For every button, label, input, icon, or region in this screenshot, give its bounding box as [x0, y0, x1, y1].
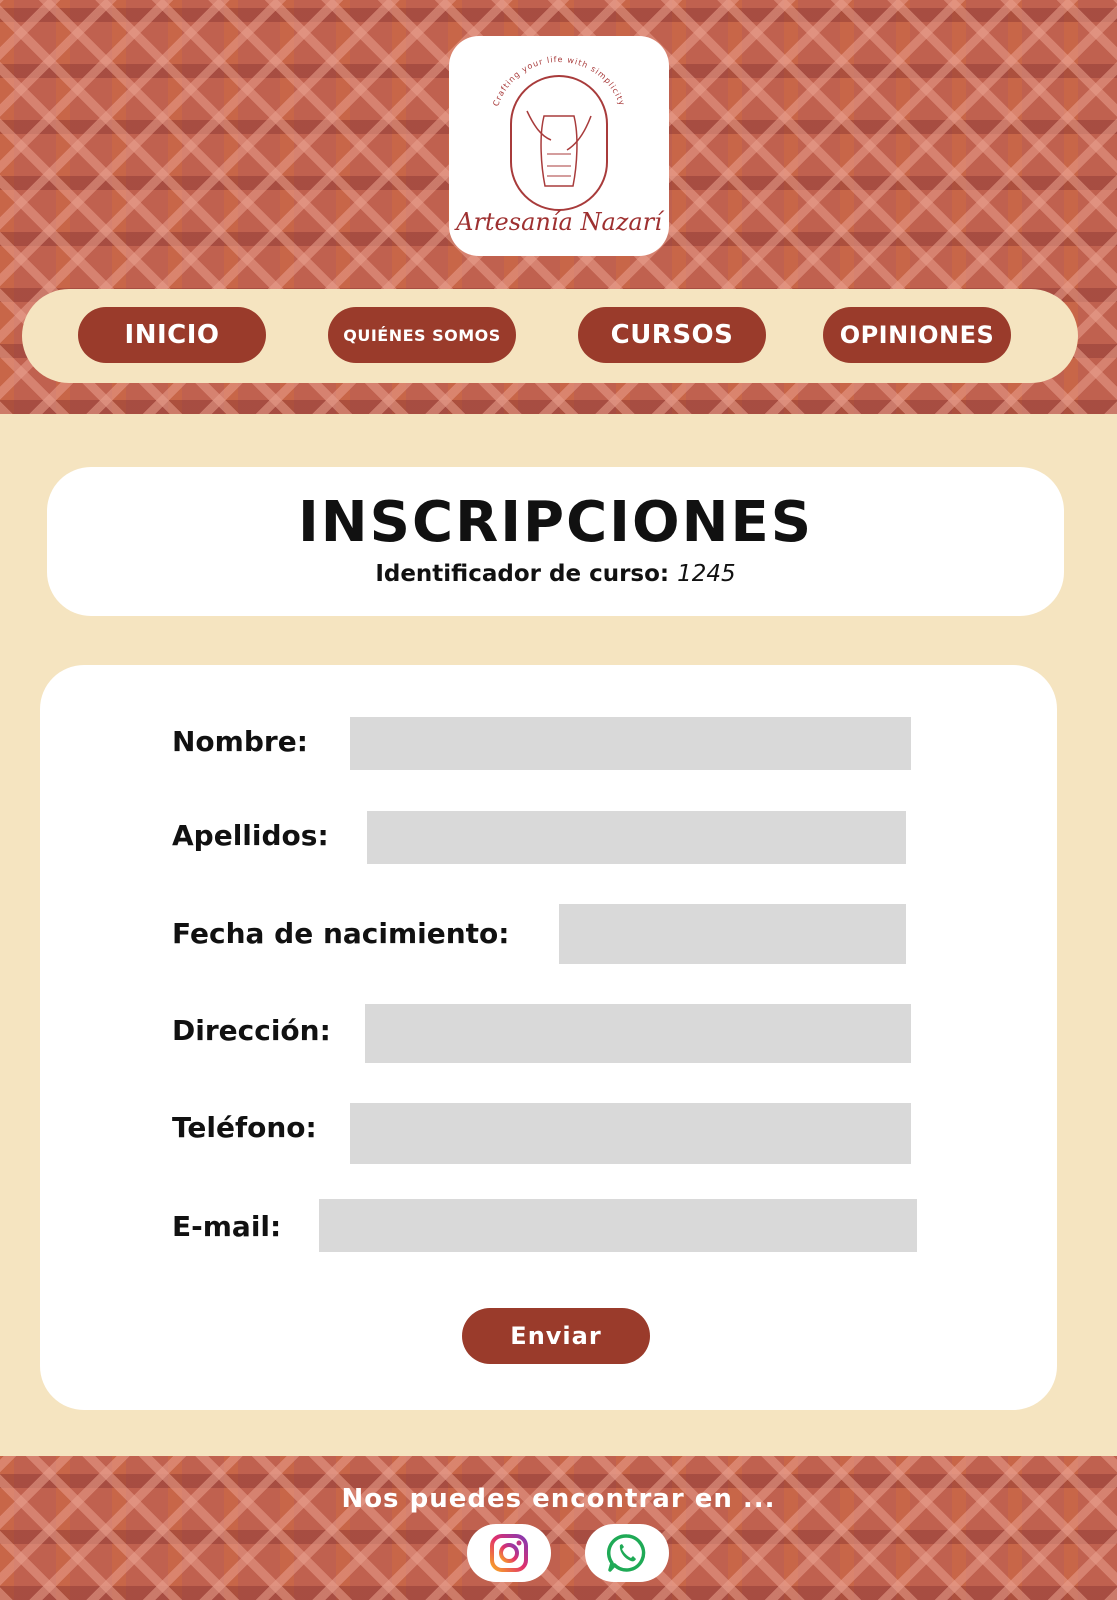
svg-text:Crafting your life with simpli: Crafting your life with simplicity: [491, 55, 626, 108]
fecha-nacimiento-input[interactable]: [559, 904, 906, 964]
whatsapp-icon: [606, 1534, 646, 1572]
apellidos-label: Apellidos:: [172, 819, 329, 852]
course-identifier: Identificador de curso: 1245: [47, 561, 1064, 587]
page-header-card: INSCRIPCIONES Identificador de curso: 12…: [47, 467, 1064, 616]
direccion-input[interactable]: [365, 1004, 911, 1063]
footer-text: Nos puedes encontrar en ...: [341, 1484, 776, 1514]
nombre-label: Nombre:: [172, 725, 308, 758]
brand-name: Artesanía Nazarí: [456, 208, 662, 236]
nav-opiniones-button[interactable]: OPINIONES: [823, 307, 1011, 363]
course-identifier-value: 1245: [677, 561, 736, 587]
fecha-nacimiento-label: Fecha de nacimiento:: [172, 917, 510, 950]
nav-quienes-somos-button[interactable]: QUIÉNES SOMOS: [328, 307, 516, 363]
course-identifier-label: Identificador de curso:: [375, 561, 670, 587]
logo[interactable]: Crafting your life with simplicity Artes…: [449, 36, 669, 256]
page-title: INSCRIPCIONES: [297, 490, 814, 555]
instagram-button[interactable]: [467, 1524, 551, 1582]
registration-form: Nombre: Apellidos: Fecha de nacimiento: …: [40, 665, 1057, 1410]
telefono-input[interactable]: [350, 1103, 911, 1164]
direccion-label: Dirección:: [172, 1014, 331, 1047]
nombre-input[interactable]: [350, 717, 911, 770]
logo-tagline: Crafting your life with simplicity: [491, 55, 625, 108]
telefono-label: Teléfono:: [172, 1111, 317, 1144]
enviar-button[interactable]: Enviar: [462, 1308, 650, 1364]
whatsapp-button[interactable]: [585, 1524, 669, 1582]
email-label: E-mail:: [172, 1210, 282, 1243]
nav-inicio-button[interactable]: INICIO: [78, 307, 266, 363]
email-input[interactable]: [319, 1199, 917, 1252]
footer-pattern-background: [0, 1456, 1117, 1600]
apellidos-input[interactable]: [367, 811, 906, 864]
main-navbar: INICIO QUIÉNES SOMOS CURSOS OPINIONES: [22, 289, 1078, 383]
nav-cursos-button[interactable]: CURSOS: [578, 307, 766, 363]
instagram-icon: [490, 1534, 528, 1572]
